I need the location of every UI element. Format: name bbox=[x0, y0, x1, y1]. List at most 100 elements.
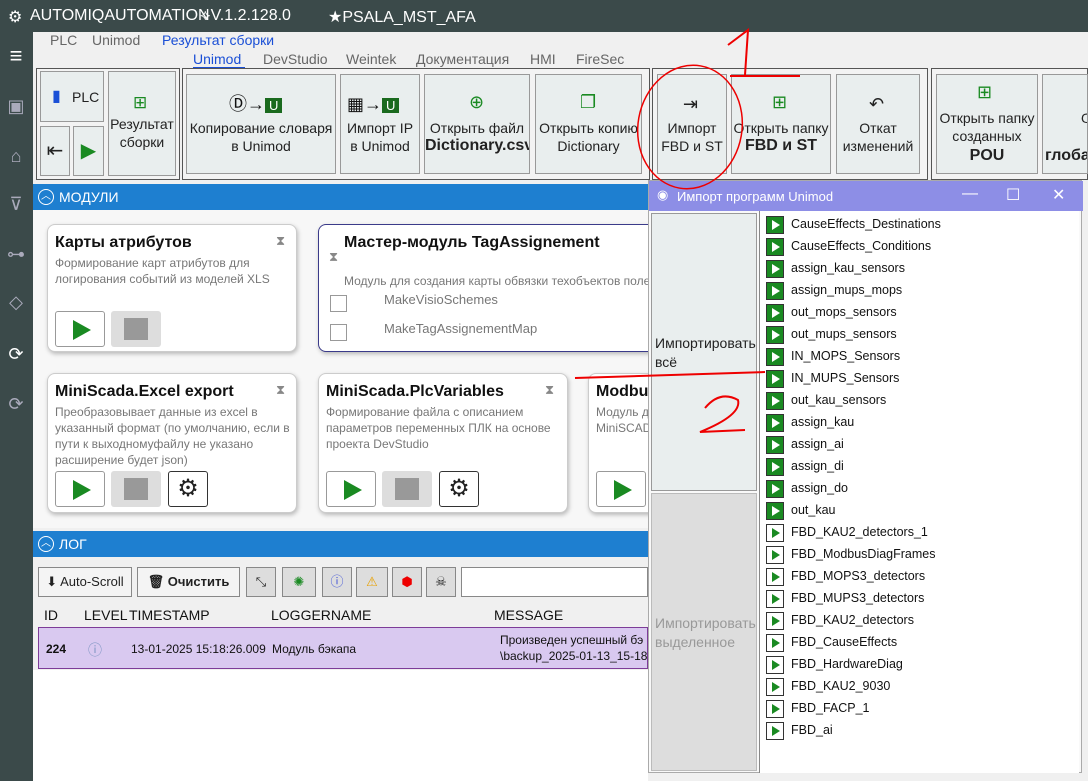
autoscroll-button[interactable]: ⬇ Auto-Scroll bbox=[38, 567, 132, 597]
list-item-label: FBD_ModbusDiagFrames bbox=[791, 547, 936, 561]
maximize-icon[interactable]: ☐ bbox=[1006, 185, 1020, 205]
sync-alt-icon[interactable]: ⟳ bbox=[4, 392, 28, 416]
row-message: Произведен успешный бэ bbox=[500, 633, 644, 647]
list-item-label: assign_di bbox=[791, 459, 844, 473]
global-button[interactable]: О глоба bbox=[1042, 74, 1088, 174]
close-icon[interactable]: ✕ bbox=[1052, 185, 1065, 205]
subtab-unimod[interactable]: Unimod bbox=[193, 51, 241, 67]
menu-icon[interactable]: ≡ bbox=[4, 44, 28, 68]
module-title: MiniScada.PlcVariables bbox=[326, 383, 504, 400]
title-bar: ⚙ AUTOMIQAUTOMATION ⟡V.1.2.128.0 ★PSALA_… bbox=[0, 0, 1088, 32]
play-button[interactable] bbox=[326, 471, 376, 507]
program-icon bbox=[766, 590, 784, 608]
table-row[interactable]: 224 ⓘ 13-01-2025 15:18:26.009 Модуль бэк… bbox=[38, 627, 652, 669]
tab-result[interactable]: Результат сборки bbox=[162, 32, 274, 48]
plc-button[interactable]: ▮ PLC bbox=[40, 71, 104, 122]
col-timestamp[interactable]: TIMESTAMP bbox=[129, 607, 210, 623]
checkbox[interactable] bbox=[330, 324, 347, 341]
modules-area: Карты атрибутов ⧗ Формирование карт атри… bbox=[33, 210, 668, 528]
col-id[interactable]: ID bbox=[44, 607, 58, 623]
list-item-label: IN_MOPS_Sensors bbox=[791, 349, 901, 363]
list-item-label: assign_kau_sensors bbox=[791, 261, 905, 275]
import-dialog: ◉ Импорт программ Unimod — ☐ ✕ Импортиро… bbox=[648, 180, 1083, 773]
sync-icon[interactable]: ⟳ bbox=[4, 342, 28, 366]
list-item-label: FBD_MOPS3_detectors bbox=[791, 569, 926, 583]
import-fbd-button[interactable]: ⇥ Импорт FBD и ST bbox=[657, 74, 727, 174]
stop-button[interactable] bbox=[111, 311, 161, 347]
program-icon bbox=[766, 634, 784, 652]
open-created-button[interactable]: ⊞ Открыть папку созданных POU bbox=[936, 74, 1038, 174]
excel-icon[interactable]: ▣ bbox=[4, 94, 28, 118]
play-button[interactable] bbox=[55, 311, 105, 347]
minimize-icon[interactable]: — bbox=[962, 185, 978, 203]
program-icon bbox=[766, 436, 784, 454]
stop-button[interactable] bbox=[111, 471, 161, 507]
program-icon bbox=[766, 304, 784, 322]
open-fbd-folder-button[interactable]: ⊞ Открыть папку FBD и ST bbox=[731, 74, 831, 174]
list-item-label: FBD_MUPS3_detectors bbox=[791, 591, 925, 605]
play-button[interactable] bbox=[596, 471, 646, 507]
subtab-devstudio[interactable]: DevStudio bbox=[263, 51, 328, 67]
copy-dict-button[interactable]: Ⓓ→ U Копирование словаря в Unimod bbox=[186, 74, 336, 174]
folder-add-icon: ⊞ bbox=[133, 93, 148, 112]
import-ip-button[interactable]: ▦→ U Импорт IP в Unimod bbox=[340, 74, 420, 174]
open-dict-button[interactable]: ⊕ Открыть файл Dictionary.csv bbox=[424, 74, 530, 174]
settings-button[interactable]: ⚙ bbox=[168, 471, 208, 507]
back-button[interactable]: ⇤ bbox=[40, 126, 70, 176]
settings-button[interactable]: ⚙ bbox=[439, 471, 479, 507]
error-filter-button[interactable]: ⬢ bbox=[392, 567, 422, 597]
subtab-docs[interactable]: Документация bbox=[416, 51, 509, 67]
tab-unimod[interactable]: Unimod bbox=[92, 32, 140, 48]
col-level[interactable]: LEVEL bbox=[84, 607, 128, 623]
clear-button[interactable]: 🗑 Очистить bbox=[137, 567, 240, 597]
log-header[interactable]: ︿ ЛОГ bbox=[33, 531, 648, 557]
col-loggername[interactable]: LOGGERNAME bbox=[271, 607, 371, 623]
stop-button[interactable] bbox=[382, 471, 432, 507]
autoscroll-label: Auto-Scroll bbox=[60, 574, 124, 589]
log-search-input[interactable] bbox=[461, 567, 648, 597]
chevron-up-icon: ︿ bbox=[38, 536, 54, 552]
filter-tool-button[interactable]: ⤡ bbox=[246, 567, 276, 597]
import-all-button[interactable]: Импортировать всё bbox=[651, 213, 757, 491]
program-icon bbox=[766, 370, 784, 388]
fatal-filter-button[interactable]: ☠ bbox=[426, 567, 456, 597]
program-list[interactable]: CauseEffects_Destinations CauseEffects_Co… bbox=[759, 211, 1079, 773]
module-card-tagassignement: Мастер-модуль TagAssignement ⧗ Модуль дл… bbox=[318, 224, 658, 352]
folder-add-icon: ⊞ bbox=[772, 92, 788, 112]
modules-header[interactable]: ︿ МОДУЛИ bbox=[33, 184, 648, 210]
modules-header-label: МОДУЛИ bbox=[59, 189, 119, 205]
subtab-firesec[interactable]: FireSec bbox=[576, 51, 624, 67]
hourglass-icon: ⧗ bbox=[276, 233, 286, 248]
undo-button[interactable]: ↶ Откат изменений bbox=[836, 74, 920, 174]
result-build-button[interactable]: ⊞ Результат сборки bbox=[108, 71, 176, 176]
checkbox[interactable] bbox=[330, 295, 347, 312]
debug-filter-button[interactable]: ✺ bbox=[282, 567, 316, 597]
file-icon: ▮ bbox=[52, 88, 61, 105]
program-icon bbox=[766, 656, 784, 674]
col-message[interactable]: MESSAGE bbox=[494, 607, 563, 623]
copy-dict-label: Копирование словаря в Unimod bbox=[189, 120, 333, 154]
run-button[interactable]: ▶ bbox=[73, 126, 104, 176]
skull-icon: ☠ bbox=[435, 574, 447, 589]
row-message-2: \backup_2025-01-13_15-18- bbox=[500, 649, 652, 663]
log-header-label: ЛОГ bbox=[59, 536, 87, 552]
warning-filter-button[interactable]: ⚠ bbox=[356, 567, 388, 597]
filter-icon[interactable]: ⊽ bbox=[4, 192, 28, 216]
subtab-weintek[interactable]: Weintek bbox=[346, 51, 396, 67]
play-button[interactable] bbox=[55, 471, 105, 507]
tab-plc[interactable]: PLC bbox=[50, 32, 77, 48]
open-copy-button[interactable]: ❐ Открыть копию Dictionary bbox=[535, 74, 642, 174]
hourglass-icon: ⧗ bbox=[329, 249, 339, 264]
info-icon: ⓘ bbox=[330, 574, 344, 589]
tree-icon[interactable]: ⊶ bbox=[4, 242, 28, 266]
d-to-u-icon: Ⓓ→ U bbox=[229, 95, 283, 115]
undo-icon: ↶ bbox=[869, 94, 885, 114]
bank-icon[interactable]: ⌂ bbox=[4, 144, 28, 168]
subtab-hmi[interactable]: HMI bbox=[530, 51, 556, 67]
app-version: ⟡V.1.2.128.0 bbox=[200, 7, 291, 24]
info-filter-button[interactable]: ⓘ bbox=[322, 567, 352, 597]
tag-icon[interactable]: ◇ bbox=[4, 290, 28, 314]
open-file-label: Открыть файл bbox=[429, 120, 525, 136]
import-selected-button[interactable]: Импортировать выделенное bbox=[651, 493, 757, 771]
result-build-label: Результат сборки bbox=[110, 116, 174, 150]
